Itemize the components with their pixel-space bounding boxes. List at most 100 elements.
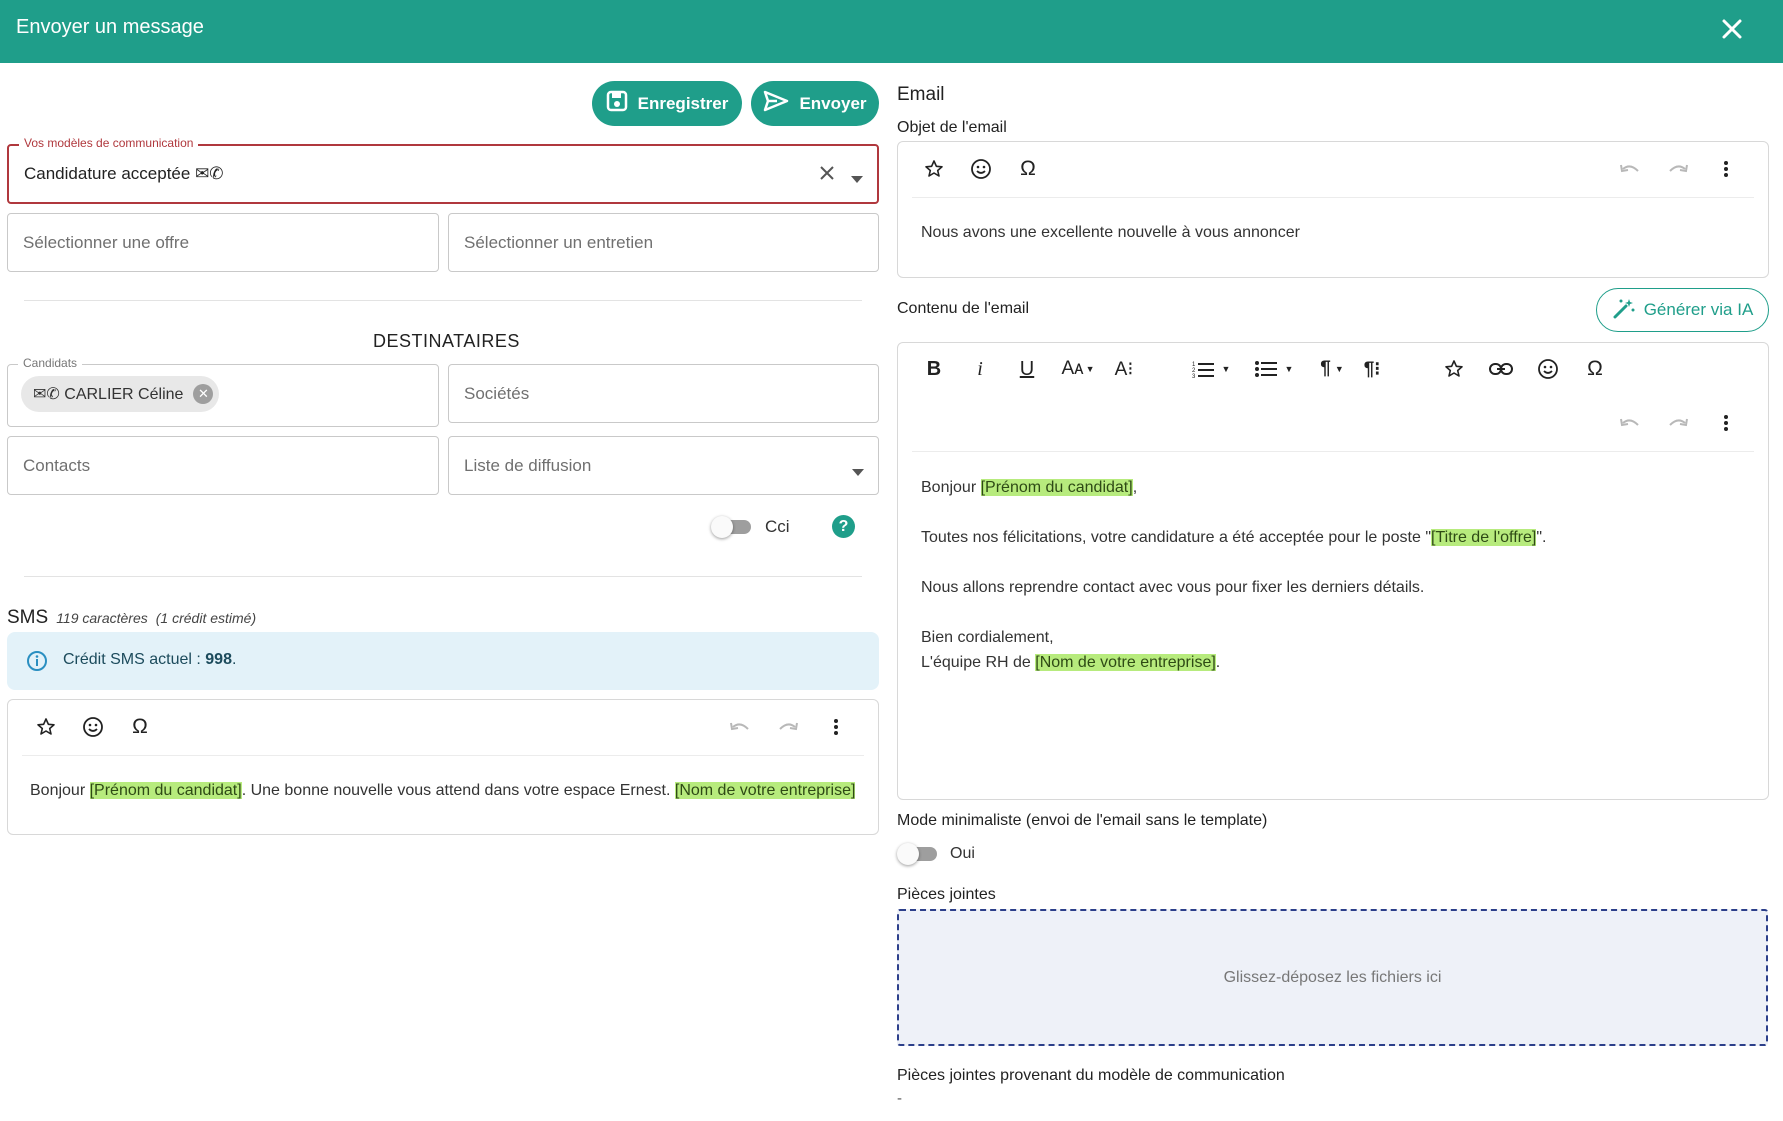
- variable-tag: Nom de votre entreprise: [1035, 654, 1216, 671]
- paragraph-format-icon[interactable]: ¶ ▼: [1314, 355, 1350, 383]
- email-subject-editor[interactable]: Ω Nous avons une excellente nouvelle à v…: [897, 141, 1769, 278]
- italic-icon[interactable]: i: [966, 355, 994, 383]
- close-icon[interactable]: [1715, 12, 1749, 46]
- companies-placeholder: Sociétés: [464, 383, 530, 403]
- font-size-icon[interactable]: Aᴀ ▼: [1058, 355, 1098, 383]
- template-select[interactable]: Vos modèles de communication Candidature…: [7, 136, 879, 204]
- generate-ai-label: Générer via IA: [1643, 300, 1754, 319]
- divider: [24, 576, 862, 577]
- help-icon[interactable]: ?: [832, 515, 855, 538]
- email-line-congrats: Toutes nos félicitations, votre candidat…: [921, 525, 1546, 550]
- sms-body[interactable]: Bonjour Prénom du candidat. Une bonne no…: [30, 778, 856, 803]
- variable-tag: Titre de l'offre: [1431, 529, 1537, 546]
- underline-icon[interactable]: U: [1013, 355, 1041, 383]
- minimal-mode-toggle-label: Oui: [950, 845, 975, 862]
- special-chars-icon[interactable]: Ω: [1581, 355, 1609, 383]
- special-chars-icon[interactable]: Ω: [1014, 155, 1042, 183]
- svg-text:3: 3: [1192, 374, 1196, 378]
- undo-icon[interactable]: [1616, 409, 1644, 437]
- interview-placeholder: Sélectionner un entretien: [464, 232, 654, 252]
- undo-icon[interactable]: [1616, 155, 1644, 183]
- sms-header: SMS 119 caractères (1 crédit estimé): [7, 607, 256, 629]
- bullet-list-icon[interactable]: ▼: [1252, 355, 1296, 383]
- email-line-contact: Nous allons reprendre contact avec vous …: [921, 579, 1425, 596]
- candidates-field[interactable]: Candidats ✉✆ CARLIER Céline ✕: [7, 356, 439, 427]
- text-style-icon[interactable]: A⁝: [1110, 355, 1138, 383]
- minimal-mode-toggle[interactable]: [897, 843, 937, 865]
- email-content-label: Contenu de l'email: [897, 300, 1030, 317]
- dropzone-text: Glissez-déposez les fichiers ici: [1223, 969, 1442, 986]
- contacts-field[interactable]: Contacts: [7, 436, 439, 495]
- variable-tag: Nom de votre entreprise: [674, 782, 856, 799]
- link-icon[interactable]: [1487, 355, 1515, 383]
- template-attachments-value: -: [897, 1090, 902, 1107]
- email-subject-value[interactable]: Nous avons une excellente nouvelle à vou…: [921, 220, 1300, 245]
- email-line-greeting: Bonjour Prénom du candidat,: [921, 475, 1546, 500]
- star-icon[interactable]: [1440, 355, 1468, 383]
- email-section-title: Email: [897, 84, 945, 105]
- star-icon[interactable]: [920, 155, 948, 183]
- paragraph-style-icon[interactable]: ¶⁝: [1358, 355, 1386, 383]
- special-chars-icon[interactable]: Ω: [126, 713, 154, 741]
- undo-icon[interactable]: [726, 713, 754, 741]
- sms-editor[interactable]: Ω Bonjour Prénom du candidat. Une bonne …: [7, 699, 879, 835]
- candidate-chip-label: ✉✆ CARLIER Céline: [33, 386, 184, 403]
- save-label: Enregistrer: [637, 93, 729, 113]
- email-subject-label: Objet de l'email: [897, 119, 1007, 136]
- redo-icon[interactable]: [774, 713, 802, 741]
- send-icon: [763, 90, 789, 117]
- email-body-editor[interactable]: B i U Aᴀ▼ A⁝ 123▼ ▼ ¶▼ ¶⁝ Ω Bonjour Prén…: [897, 342, 1769, 800]
- candidates-legend: Candidats: [18, 356, 83, 370]
- email-line-signature: L'équipe RH de Nom de votre entreprise.: [921, 650, 1546, 675]
- send-button[interactable]: Envoyer: [751, 81, 879, 126]
- ordered-list-icon[interactable]: 1 2 3 ▼: [1189, 355, 1233, 383]
- dialog-title: Envoyer un message: [16, 16, 204, 38]
- file-dropzone[interactable]: Glissez-déposez les fichiers ici: [897, 909, 1768, 1046]
- more-options-icon[interactable]: [1712, 409, 1740, 437]
- magic-wand-icon: [1612, 297, 1636, 324]
- chevron-down-icon[interactable]: [851, 170, 863, 188]
- clear-icon[interactable]: [819, 165, 835, 186]
- bold-icon[interactable]: B: [920, 355, 948, 383]
- email-body[interactable]: Bonjour Prénom du candidat, Toutes nos f…: [921, 475, 1546, 675]
- save-icon: [606, 90, 628, 117]
- sms-credit-text: Crédit SMS actuel : 998.: [63, 651, 237, 668]
- variable-tag: Prénom du candidat: [89, 782, 242, 799]
- redo-icon[interactable]: [1664, 155, 1692, 183]
- recipients-heading: DESTINATAIRES: [373, 331, 520, 351]
- email-line-regards: Bien cordialement,: [921, 629, 1054, 646]
- offer-select[interactable]: Sélectionner une offre: [7, 213, 439, 272]
- candidate-chip[interactable]: ✉✆ CARLIER Céline ✕: [21, 376, 220, 412]
- emoji-icon[interactable]: [79, 713, 107, 741]
- interview-select[interactable]: Sélectionner un entretien: [448, 213, 879, 272]
- bcc-toggle[interactable]: [711, 516, 751, 538]
- divider: [24, 300, 862, 301]
- attachments-label: Pièces jointes: [897, 886, 996, 903]
- info-icon: [26, 650, 48, 677]
- companies-field[interactable]: Sociétés: [448, 364, 879, 423]
- save-button[interactable]: Enregistrer: [592, 81, 742, 126]
- chevron-down-icon[interactable]: [852, 463, 864, 481]
- sms-credit-estimate: (1 crédit estimé): [155, 610, 257, 626]
- contacts-placeholder: Contacts: [23, 455, 91, 475]
- dialog-header: Envoyer un message: [0, 0, 1783, 63]
- sms-title: SMS: [7, 607, 49, 628]
- emoji-icon[interactable]: [967, 155, 995, 183]
- template-attachments-label: Pièces jointes provenant du modèle de co…: [897, 1067, 1285, 1084]
- generate-ai-button[interactable]: Générer via IA: [1596, 288, 1769, 332]
- sms-count: 119 caractères: [56, 610, 148, 626]
- send-label: Envoyer: [799, 93, 867, 113]
- redo-icon[interactable]: [1664, 409, 1692, 437]
- emoji-icon[interactable]: [1534, 355, 1562, 383]
- template-legend: Vos modèles de communication: [19, 136, 199, 150]
- more-options-icon[interactable]: [822, 713, 850, 741]
- mailing-list-select[interactable]: Liste de diffusion: [448, 436, 879, 495]
- more-options-icon[interactable]: [1712, 155, 1740, 183]
- star-icon[interactable]: [32, 713, 60, 741]
- sms-credit-info: Crédit SMS actuel : 998.: [7, 632, 879, 690]
- chip-remove-icon[interactable]: ✕: [193, 384, 214, 404]
- minimal-mode-label: Mode minimaliste (envoi de l'email sans …: [897, 812, 1268, 829]
- mailing-list-placeholder: Liste de diffusion: [464, 455, 592, 475]
- bcc-label: Cci: [765, 517, 790, 536]
- variable-tag: Prénom du candidat: [980, 479, 1133, 496]
